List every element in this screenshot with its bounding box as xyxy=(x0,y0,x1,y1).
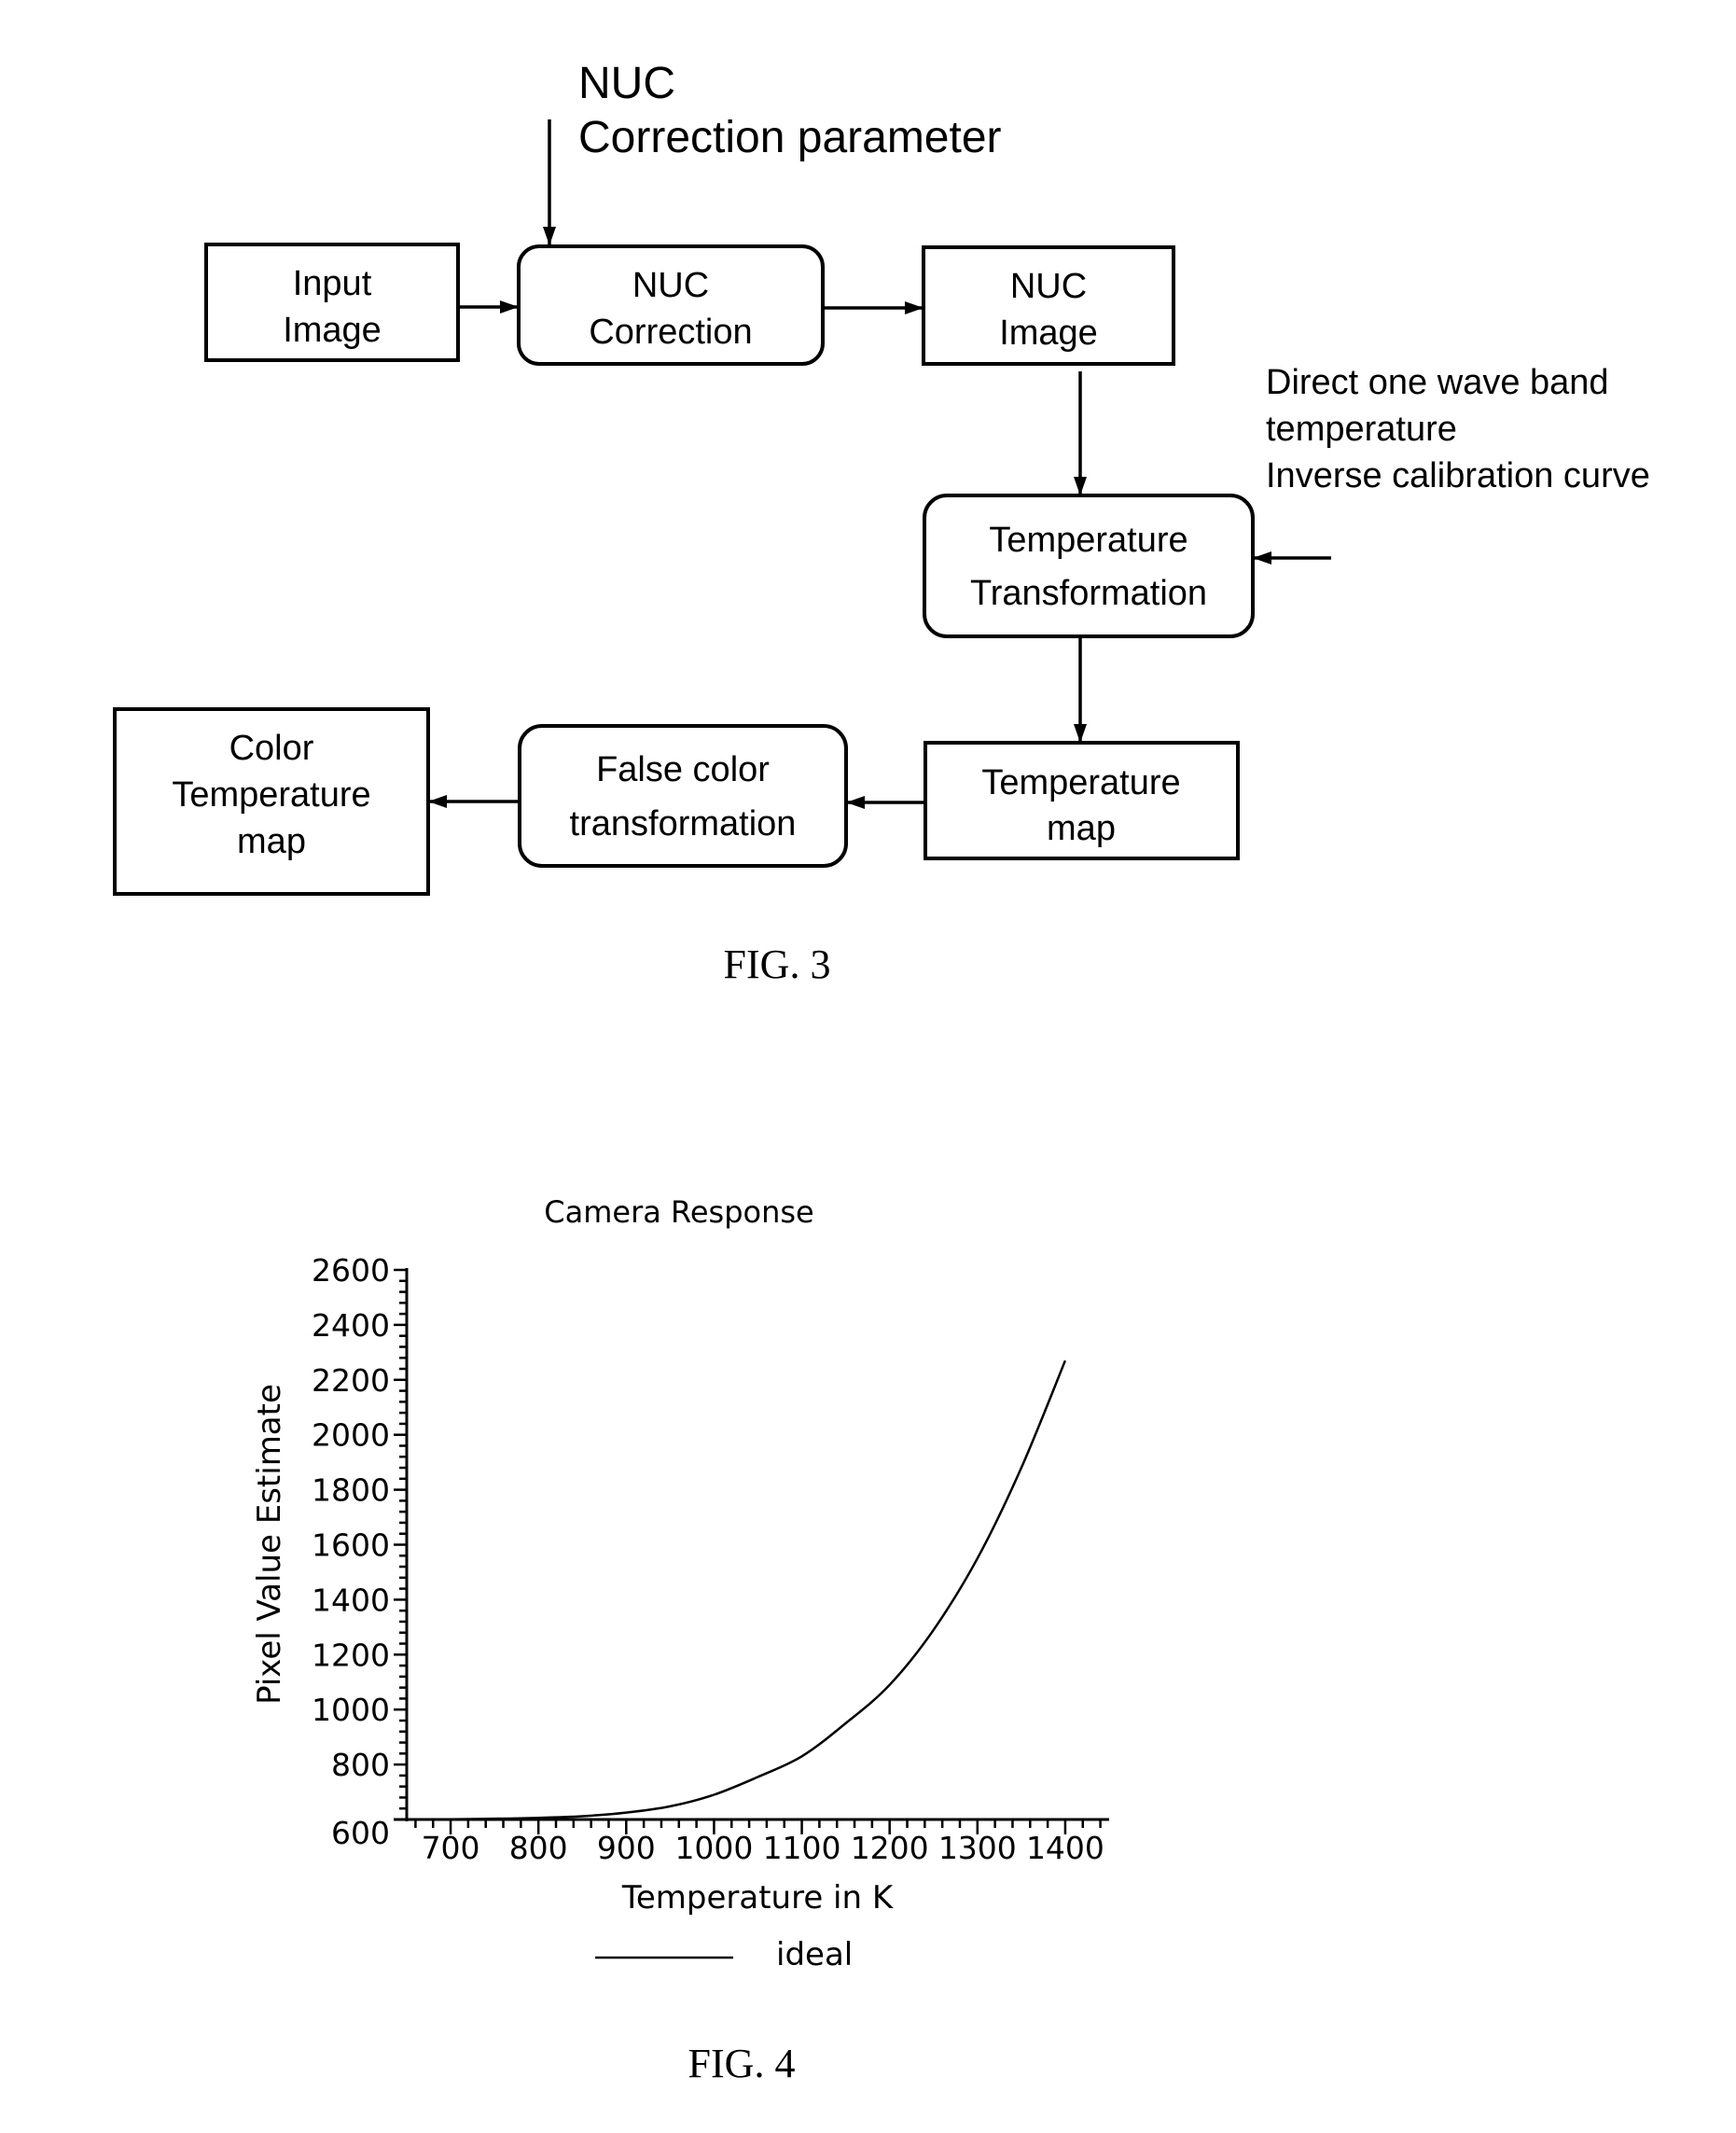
y-tick-label: 600 xyxy=(331,1815,390,1851)
node-temperature-transformation: Temperature Transformation xyxy=(923,494,1255,638)
y-tick-label: 2200 xyxy=(312,1362,390,1399)
node-label-line: Input xyxy=(293,264,372,303)
x-tick-label: 1100 xyxy=(763,1830,841,1866)
x-tick-label: 700 xyxy=(422,1830,480,1866)
x-tick-label: 1000 xyxy=(674,1830,753,1866)
x-tick-label: 800 xyxy=(509,1830,568,1866)
legend-label-ideal: ideal xyxy=(776,1936,853,1973)
y-tick-label: 2400 xyxy=(312,1307,390,1344)
y-tick-label: 1800 xyxy=(312,1472,390,1509)
node-label-line: NUC xyxy=(632,266,709,305)
y-axis-label: Pixel Value Estimate xyxy=(251,1384,288,1705)
y-tick-label: 1600 xyxy=(312,1527,390,1564)
y-axis-ticks: 600 800 1000 1200 1400 1600 1800 2000 2200 2400 26… xyxy=(312,1252,407,1851)
node-label-line: NUC xyxy=(1010,267,1087,306)
y-tick-label: 2000 xyxy=(312,1417,390,1454)
x-tick-label: 900 xyxy=(597,1830,656,1866)
temperature-label: temperature xyxy=(1266,410,1457,449)
node-input-image: Input Image xyxy=(204,243,460,362)
node-temperature-map: Temperature map xyxy=(924,741,1240,860)
chart-legend: ideal xyxy=(595,1936,853,1973)
fig3-caption: FIG. 3 xyxy=(724,941,831,987)
node-label-line: False color xyxy=(596,750,770,789)
node-label-line: Temperature xyxy=(981,763,1180,802)
node-label-line: Correction xyxy=(589,313,752,352)
fig3-block-diagram: NUC Correction parameter Direct one wave… xyxy=(113,59,1650,987)
node-label-line: map xyxy=(237,822,306,861)
y-tick-label: 800 xyxy=(331,1747,390,1783)
chart-title: Camera Response xyxy=(544,1194,813,1230)
x-tick-label: 1200 xyxy=(851,1830,929,1866)
node-label-line: Temperature xyxy=(172,775,370,815)
nuc-label: NUC xyxy=(578,59,675,108)
node-label-line: Image xyxy=(283,311,382,350)
x-tick-label: 1300 xyxy=(938,1830,1017,1866)
node-nuc-correction: NUC Correction xyxy=(517,244,825,366)
y-tick-label: 1200 xyxy=(312,1637,390,1673)
node-false-color-transformation: False color transformation xyxy=(518,724,848,868)
node-color-temperature-map: Color Temperature map xyxy=(113,707,430,896)
y-tick-label: 1000 xyxy=(312,1692,390,1728)
node-label-line: Color xyxy=(229,729,314,768)
y-tick-label: 2600 xyxy=(312,1252,390,1289)
chart-plot-area xyxy=(406,1359,1067,1821)
correction-parameter-label: Correction parameter xyxy=(578,113,1002,162)
fig4-caption: FIG. 4 xyxy=(688,2041,796,2086)
node-label-line: Image xyxy=(999,314,1098,353)
y-tick-label: 1400 xyxy=(312,1582,390,1618)
series-line-ideal xyxy=(406,1359,1067,1821)
node-label-line: Temperature xyxy=(989,521,1187,560)
direct-one-wave-band-label: Direct one wave band xyxy=(1266,363,1609,402)
node-label-line: transformation xyxy=(570,804,797,843)
patent-drawing-sheet: NUC Correction parameter Direct one wave… xyxy=(113,59,1650,2086)
inverse-calibration-curve-label: Inverse calibration curve xyxy=(1266,456,1650,495)
node-label-line: Transformation xyxy=(970,574,1207,613)
x-axis-ticks: 700 800 900 1000 1100 1200 1300 1400 xyxy=(414,1819,1104,1866)
x-axis-label: Temperature in K xyxy=(621,1879,895,1917)
chart-axes xyxy=(394,1268,1109,1821)
node-nuc-image: NUC Image xyxy=(922,245,1175,366)
x-tick-label: 1400 xyxy=(1026,1830,1104,1866)
node-label-line: map xyxy=(1047,809,1116,848)
fig4-camera-response-chart: Camera Response Pixel Value Estimate Tem… xyxy=(251,1194,1109,2086)
